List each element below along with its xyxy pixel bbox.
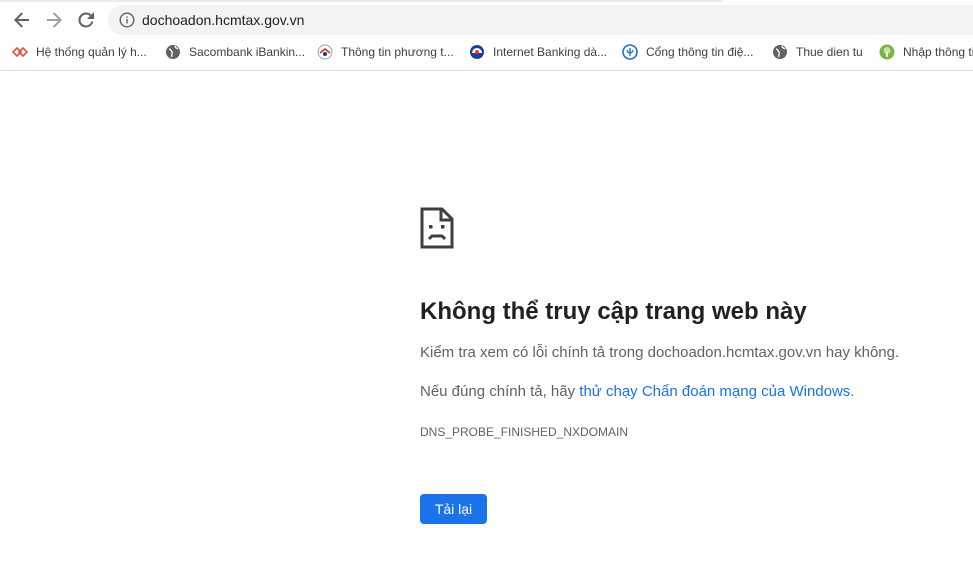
bookmark-label: Nhập thông tin [903, 45, 973, 59]
bookmark-item[interactable]: Thông tin phương t... [317, 42, 454, 62]
error-title: Không thể truy cập trang web này [420, 298, 807, 325]
bookmark-item[interactable]: Sacombank iBankin... [165, 42, 305, 62]
forward-arrow-icon [47, 12, 62, 28]
bookmark-label: Sacombank iBankin... [189, 45, 306, 59]
error-code: DNS_PROBE_FINISHED_NXDOMAIN [420, 425, 629, 439]
browser-chrome: dochoadon.hcmtax.gov.vn Hệ thống quản lý… [0, 0, 973, 71]
bookmark-item[interactable]: Hệ thống quản lý h... [12, 42, 147, 62]
bookmark-item[interactable]: Nhập thông tin [879, 42, 973, 62]
bookmark-label: Internet Banking dà... [493, 45, 608, 59]
address-bar[interactable]: dochoadon.hcmtax.gov.vn [108, 5, 973, 35]
bookmark-item[interactable]: Thue dien tu [772, 42, 863, 62]
error-suggestion-spelling: Kiểm tra xem có lỗi chính tả trong docho… [420, 344, 900, 361]
reload-page-button[interactable] [72, 6, 100, 34]
loading-track [0, 0, 722, 2]
bookmark-label: Thue dien tu [796, 45, 863, 59]
back-button[interactable] [8, 6, 36, 34]
reload-button[interactable]: Tải lại [420, 494, 487, 524]
portal-logo-icon [622, 44, 638, 60]
error-suggestion-diagnostics: Nếu đúng chính tả, hãy thử chạy Chẩn đoá… [420, 382, 854, 402]
bookmark-label: Hệ thống quản lý h... [36, 45, 147, 59]
bank-logo-icon [470, 45, 484, 59]
bookmark-item[interactable]: Cổng thông tin điệ... [622, 42, 753, 62]
bookmark-label: Cổng thông tin điệ... [646, 45, 754, 59]
globe-icon [166, 45, 180, 59]
back-arrow-icon [14, 12, 29, 28]
forward-button[interactable] [40, 6, 68, 34]
site-logo-icon [317, 44, 333, 60]
tree-logo-icon [879, 44, 895, 60]
diagnostics-prefix: Nếu đúng chính tả, hãy [420, 383, 580, 400]
bookmarks-bar: Hệ thống quản lý h... Sacombank iBankin.… [0, 40, 973, 64]
url-text[interactable]: dochoadon.hcmtax.gov.vn [142, 12, 304, 28]
red-diamond-logo-icon [12, 46, 28, 58]
bookmark-label: Thông tin phương t... [341, 45, 454, 59]
network-diagnostics-link[interactable]: thử chạy Chẩn đoán mạng của Windows [579, 383, 850, 400]
info-icon[interactable] [119, 12, 135, 28]
sad-page-icon [420, 207, 454, 249]
diagnostics-suffix: . [850, 383, 855, 400]
globe-icon [773, 45, 787, 59]
bookmark-item[interactable]: Internet Banking dà... [469, 42, 607, 62]
refresh-icon [78, 12, 94, 28]
